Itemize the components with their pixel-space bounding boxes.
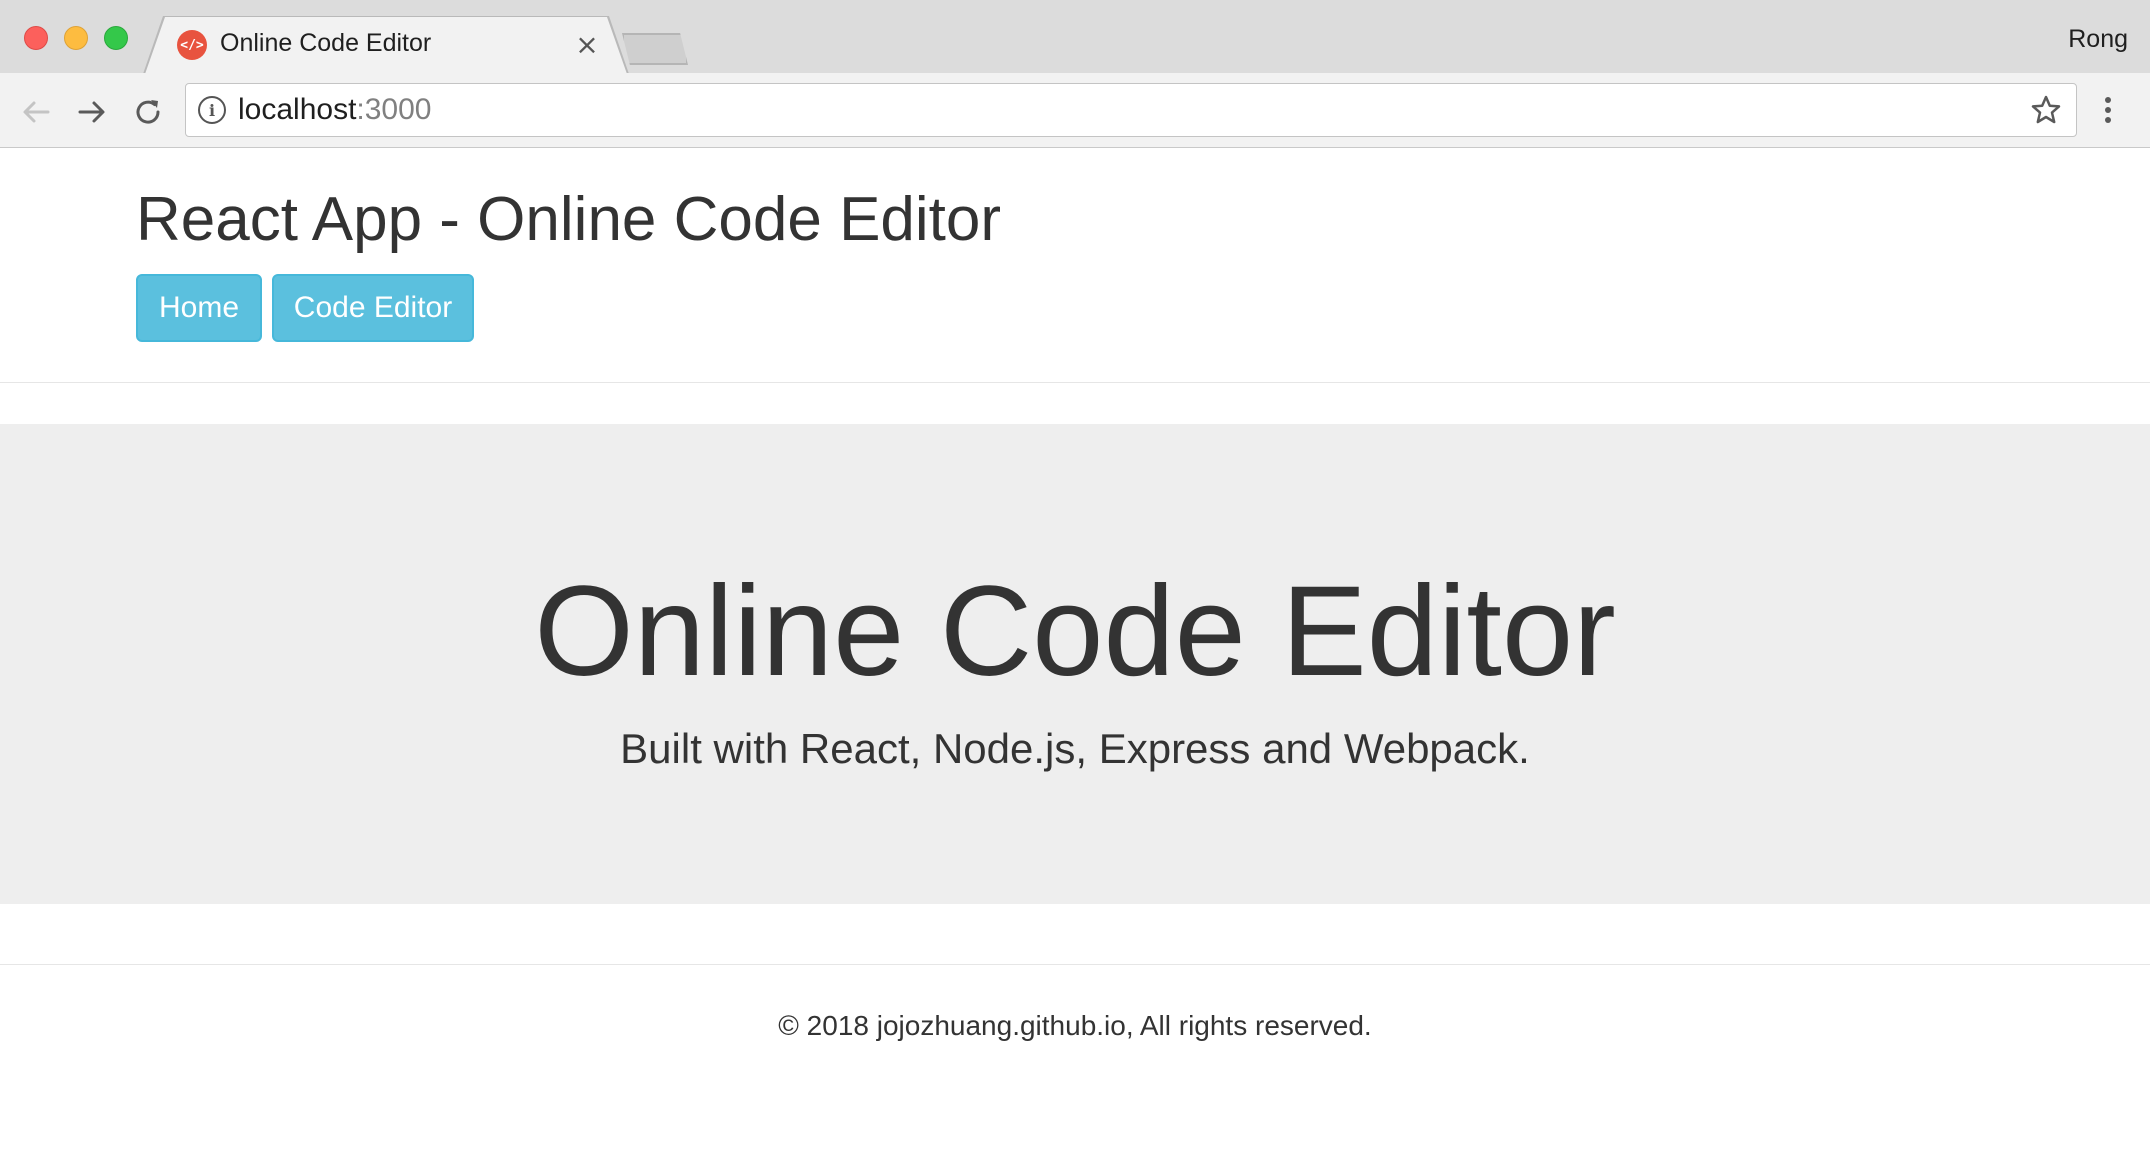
reload-icon[interactable] (128, 92, 168, 132)
tab-close-icon[interactable]: × (572, 28, 602, 61)
url-host: localhost (238, 93, 357, 126)
code-editor-button[interactable]: Code Editor (272, 274, 474, 342)
home-button[interactable]: Home (136, 274, 262, 342)
profile-name[interactable]: Rong (2068, 25, 2128, 54)
footer-copyright: © 2018 jojozhuang.github.io, All rights … (778, 1010, 1372, 1041)
url-text[interactable]: localhost:3000 (238, 93, 431, 127)
url-port: :3000 (356, 93, 432, 126)
app-title: React App - Online Code Editor (136, 185, 1002, 254)
code-favicon-icon: </> (177, 30, 207, 60)
maximize-window-icon[interactable] (104, 26, 128, 50)
tab-title[interactable]: Online Code Editor (220, 29, 431, 58)
new-tab-button[interactable] (622, 33, 688, 65)
browser-menu-icon[interactable] (2100, 94, 2116, 131)
info-icon[interactable]: i (198, 96, 226, 124)
minimize-window-icon[interactable] (64, 26, 88, 50)
close-window-icon[interactable] (24, 26, 48, 50)
jumbotron-title: Online Code Editor (534, 560, 1616, 703)
bookmark-star-icon[interactable] (2030, 94, 2062, 131)
back-arrow-icon[interactable] (16, 92, 56, 132)
forward-arrow-icon[interactable] (72, 92, 112, 132)
jumbotron-subtitle: Built with React, Node.js, Express and W… (620, 725, 1530, 772)
header-divider (0, 382, 2150, 383)
address-bar[interactable] (185, 83, 2077, 137)
footer-divider (0, 964, 2150, 965)
